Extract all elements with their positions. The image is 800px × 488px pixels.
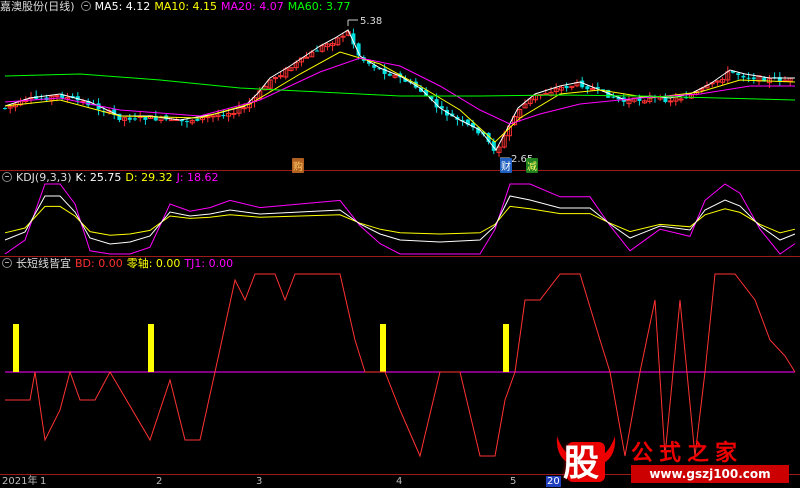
event-tag[interactable]: 财: [500, 158, 512, 173]
cx-zero-label: 零轴: 0.00: [126, 257, 181, 270]
ma10-label: MA10: 4.15: [154, 0, 218, 13]
candle-body: [611, 96, 616, 98]
kdj-k-label: K: 25.75: [75, 171, 122, 184]
chart-canvas[interactable]: 5.382.65: [0, 0, 800, 488]
cx-legend: 长短线皆宜 BD: 0.00 零轴: 0.00 TJ1: 0.00: [0, 257, 237, 271]
candle-body: [54, 95, 60, 98]
main-price-panel: 5.382.65: [3, 16, 796, 165]
candle-body: [387, 73, 392, 76]
ma60-label: MA60: 3.77: [287, 0, 351, 13]
main-legend: 嘉澳股份(日线) MA5: 4.12 MA10: 4.15 MA20: 4.07 MA6…: [0, 0, 354, 14]
candle-body: [678, 98, 684, 101]
candle-body: [241, 107, 247, 110]
axis-label-month: 1: [40, 476, 47, 487]
ma5-line: [4, 29, 795, 151]
candle-body: [185, 121, 189, 123]
cx-title[interactable]: 长短线皆宜: [16, 257, 71, 270]
candle-body: [315, 50, 319, 52]
candle-body: [210, 115, 216, 118]
bd-line: [5, 273, 796, 458]
event-tag[interactable]: 购: [292, 158, 304, 173]
kdj-j-label: J: 18.62: [176, 171, 219, 184]
candle-body: [304, 56, 310, 59]
candle-body: [3, 107, 7, 109]
kdj-d-line: [4, 205, 796, 236]
ma20-line: [4, 57, 795, 125]
watermark-logo: 股 公式之家 www.gszj100.com: [553, 432, 799, 488]
candle-body: [746, 77, 751, 79]
signal-bar: [380, 324, 386, 372]
kdj-title[interactable]: KDJ(9,3,3): [16, 171, 72, 184]
settings-circle-icon[interactable]: [80, 1, 91, 11]
candle-body: [543, 93, 549, 96]
axis-label-month: 3: [256, 476, 263, 487]
candle-body: [741, 75, 746, 78]
candle-body: [340, 35, 346, 38]
candle-body: [751, 77, 756, 80]
candle-body: [195, 118, 200, 121]
settings-circle-icon[interactable]: [2, 258, 12, 268]
candle-body: [231, 112, 237, 115]
candle-body: [143, 116, 148, 120]
settings-circle-icon[interactable]: [2, 172, 12, 182]
candle-body: [736, 73, 741, 75]
candle-body: [663, 97, 668, 102]
signal-bar: [13, 324, 19, 372]
candle-body: [564, 85, 569, 89]
cx-tj1-label: TJ1: 0.00: [184, 257, 234, 270]
candle-body: [205, 116, 211, 119]
axis-label-month: 2: [156, 476, 163, 487]
ma5-label: MA5: 4.12: [94, 0, 151, 13]
watermark-url: www.gszj100.com: [631, 465, 789, 483]
candle-body: [668, 100, 674, 103]
watermark-title: 公式之家: [631, 440, 744, 466]
axis-label-year: 2021年: [2, 476, 38, 487]
kdj-panel: [4, 183, 796, 255]
candle-body: [585, 86, 590, 90]
candle-body: [133, 118, 137, 120]
kdj-k-line: [4, 195, 796, 245]
cx-bd-label: BD: 0.00: [75, 257, 123, 270]
kdj-d-label: D: 29.32: [125, 171, 173, 184]
signal-bar: [148, 324, 154, 372]
axis-label-month: 5: [510, 476, 517, 487]
kdj-j-line: [4, 183, 796, 255]
watermark-big-char: 股: [563, 442, 600, 484]
event-tag[interactable]: 减: [526, 158, 538, 173]
ma20-label: MA20: 4.07: [221, 0, 284, 13]
candle-body: [221, 114, 226, 117]
kdj-legend: KDJ(9,3,3) K: 25.75 D: 29.32 J: 18.62: [0, 171, 223, 185]
candle-body: [127, 117, 132, 120]
stock-title[interactable]: 嘉澳股份(日线): [0, 0, 75, 13]
cx-panel: [5, 273, 796, 458]
high-price-label: 5.38: [360, 16, 382, 27]
signal-bar: [503, 324, 509, 372]
axis-label-month: 4: [396, 476, 403, 487]
